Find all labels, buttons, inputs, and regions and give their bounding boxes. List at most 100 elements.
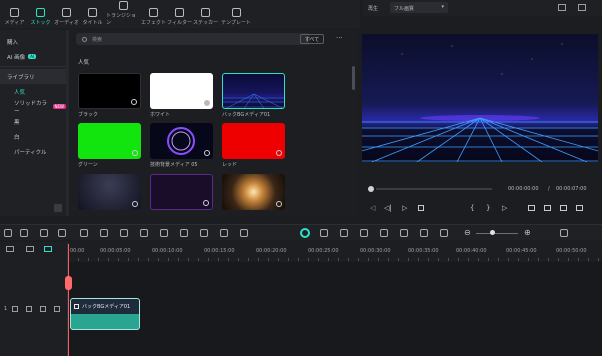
crop-icon[interactable] — [120, 229, 128, 237]
tab-filter[interactable]: フィルター — [167, 0, 192, 28]
sidebar-item-purchase[interactable]: 購入 — [0, 34, 66, 49]
snapshot-icon[interactable] — [558, 4, 566, 11]
download-icon[interactable] — [131, 99, 137, 105]
sidebar-item-black[interactable]: 黒 — [0, 114, 66, 129]
mic-icon[interactable] — [380, 229, 388, 237]
tab-media[interactable]: メディア — [2, 0, 27, 28]
tick-label: 00:00:50:00 — [556, 248, 587, 254]
thumbnail-dark-planet[interactable] — [78, 174, 141, 210]
thumbnail-green[interactable] — [78, 123, 141, 159]
tab-stock[interactable]: ストック — [28, 0, 53, 28]
download-icon[interactable] — [132, 201, 138, 207]
video-clip[interactable]: バックBGメディア01 — [70, 298, 140, 330]
sidebar-item-library[interactable]: ライブラリ — [0, 69, 66, 84]
stop-icon[interactable] — [418, 205, 424, 211]
tick-label: 00:00:30:00 — [360, 248, 391, 254]
thumbnail-red[interactable] — [222, 123, 285, 159]
magnet-icon[interactable] — [44, 246, 52, 252]
image-icon[interactable] — [578, 4, 586, 11]
play-icon[interactable]: ▷ — [402, 204, 407, 212]
speed-icon[interactable] — [160, 229, 168, 237]
collapse-sidebar-icon[interactable] — [54, 204, 62, 212]
progress-handle[interactable] — [368, 186, 374, 192]
next-icon[interactable]: ▷ — [502, 204, 507, 212]
filter-all-button[interactable]: すべて — [300, 34, 324, 44]
undo-icon[interactable] — [40, 229, 48, 237]
snap-icon[interactable] — [420, 229, 428, 237]
prev-frame-icon[interactable]: ◁| — [384, 204, 392, 212]
sidebar-item-popular[interactable]: 人気 — [0, 84, 66, 99]
camera-icon[interactable] — [544, 205, 551, 211]
thumbnail-purple-frame[interactable] — [150, 174, 213, 210]
marker-icon[interactable] — [360, 229, 368, 237]
ai-badge: AI — [28, 54, 37, 59]
sidebar-item-particle[interactable]: パーティクル — [0, 144, 66, 159]
thumbnail-tech-bg[interactable] — [150, 123, 213, 159]
redo-icon[interactable] — [58, 229, 66, 237]
tab-sticker[interactable]: ステッカー — [193, 0, 218, 28]
link-icon[interactable] — [26, 246, 34, 252]
download-icon[interactable] — [276, 150, 282, 156]
divider — [0, 66, 66, 67]
sidebar-item-white[interactable]: 白 — [0, 129, 66, 144]
preview-canvas — [362, 34, 598, 162]
add-track-icon[interactable] — [6, 246, 14, 252]
step-back-icon[interactable]: ◁ — [370, 204, 375, 212]
tab-audio[interactable]: オーディオ — [54, 0, 79, 28]
sidebar-item-solid-color[interactable]: ソリッドカラー NEW — [0, 99, 66, 115]
render-preview-icon[interactable] — [300, 228, 310, 238]
mark-out-icon[interactable]: } — [486, 204, 490, 212]
cut-icon[interactable] — [100, 229, 108, 237]
ai-tools-icon[interactable] — [240, 229, 248, 237]
mark-in-icon[interactable]: { — [470, 204, 474, 212]
search-input[interactable]: 検索 — [76, 33, 310, 45]
zoom-out-icon[interactable]: ⊖ — [464, 228, 471, 237]
tab-effect[interactable]: エフェクト — [141, 0, 166, 28]
zoom-slider[interactable] — [476, 233, 518, 234]
track-area[interactable] — [68, 262, 602, 356]
shield-icon[interactable] — [340, 229, 348, 237]
playhead[interactable] — [68, 244, 69, 356]
download-icon[interactable] — [204, 150, 210, 156]
quality-select[interactable]: フル画質 ▾ — [390, 2, 448, 13]
delete-icon[interactable] — [80, 229, 88, 237]
split-view-icon[interactable] — [440, 229, 448, 237]
download-icon[interactable] — [203, 200, 209, 206]
color-icon[interactable] — [180, 229, 188, 237]
grid-menu-icon[interactable] — [560, 229, 568, 237]
zoom-in-icon[interactable]: ⊕ — [524, 228, 531, 237]
display-icon[interactable] — [528, 205, 535, 211]
mask-icon[interactable] — [320, 229, 328, 237]
current-time: 00:00:00:00 — [508, 186, 539, 192]
eye-icon[interactable] — [40, 306, 46, 312]
more-options-icon[interactable]: ··· — [336, 34, 343, 42]
tab-transition[interactable]: トランジション — [106, 0, 140, 28]
sidebar-item-ai-image[interactable]: AI 画像 AI — [0, 49, 66, 64]
playhead-handle[interactable] — [65, 276, 72, 290]
lock-icon[interactable] — [26, 306, 32, 312]
download-icon[interactable] — [204, 100, 210, 106]
tab-title[interactable]: タイトル — [80, 0, 105, 28]
speaker-icon[interactable] — [560, 205, 567, 211]
zoom-handle[interactable] — [490, 230, 495, 235]
download-icon[interactable] — [276, 201, 282, 207]
thumbnail-white[interactable] — [150, 73, 213, 109]
tick-label: 00:00:15:00 — [204, 248, 235, 254]
download-icon[interactable] — [132, 150, 138, 156]
voiceover-icon[interactable] — [400, 229, 408, 237]
stock-icon — [36, 8, 45, 17]
progress-track[interactable] — [376, 188, 492, 190]
layout-icon[interactable] — [4, 229, 12, 237]
thumbnail-black[interactable] — [78, 73, 141, 109]
fullscreen-icon[interactable] — [576, 205, 583, 211]
timeline-ruler[interactable]: 00:00 00:00:05:00 00:00:10:00 00:00:15:0… — [68, 242, 602, 262]
text-icon[interactable] — [140, 229, 148, 237]
pointer-icon[interactable] — [20, 229, 28, 237]
thumbnail-back-bg-media[interactable] — [222, 73, 285, 109]
audio-wave-icon[interactable] — [220, 229, 228, 237]
transform-icon[interactable] — [200, 229, 208, 237]
thumbnail-fireworks[interactable] — [222, 174, 285, 210]
tab-template[interactable]: テンプレート — [219, 0, 253, 28]
scrollbar[interactable] — [352, 66, 355, 90]
mute-icon[interactable] — [54, 306, 60, 312]
